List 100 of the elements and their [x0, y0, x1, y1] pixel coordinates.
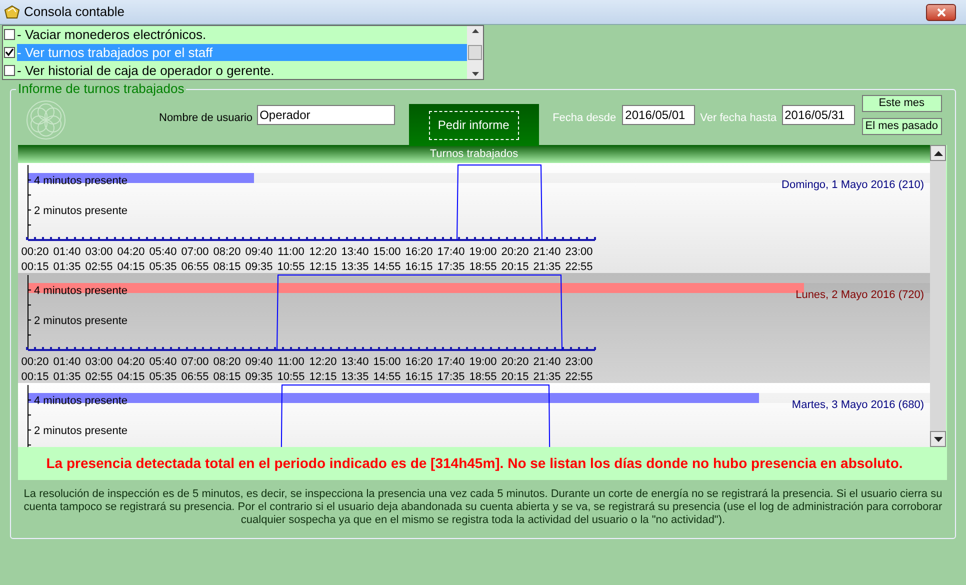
user-field[interactable]: Operador	[256, 105, 395, 125]
x-axis-label: 09:40	[245, 246, 273, 258]
x-axis-label: 09:35	[245, 261, 273, 273]
scrollbar[interactable]	[930, 145, 946, 447]
x-axis-label: 11:00	[278, 246, 304, 258]
x-axis-label: 02:55	[85, 371, 113, 383]
x-axis-label: 07:00	[181, 356, 209, 368]
x-axis-label: 14:55	[373, 371, 401, 383]
x-axis-label: 23:00	[565, 246, 593, 258]
month-button[interactable]: El mes pasado	[862, 118, 942, 135]
x-axis-label: 20:20	[501, 356, 529, 368]
to-label: Ver fecha hasta	[700, 111, 777, 126]
window-title: Consola contable	[24, 3, 124, 22]
checkbox[interactable]	[4, 64, 15, 76]
x-axis-label: 01:40	[53, 246, 81, 258]
scroll-down-icon	[934, 436, 942, 442]
from-label: Fecha desde	[552, 111, 616, 126]
from-date-field[interactable]: 2016/05/01	[622, 105, 696, 125]
x-axis-label: 19:00	[469, 246, 497, 258]
to-date-field[interactable]: 2016/05/31	[782, 105, 855, 125]
x-axis-label: 00:20	[21, 356, 49, 368]
x-axis-label: 21:40	[533, 246, 561, 258]
x-axis-label: 06:55	[181, 261, 209, 273]
x-axis-label: 08:20	[213, 356, 241, 368]
chart-header: Turnos trabajados	[18, 145, 930, 163]
check-icon	[5, 48, 14, 57]
x-axis-label: 20:15	[501, 371, 529, 383]
x-axis-label: 08:15	[213, 371, 241, 383]
scroll-up-icon	[472, 29, 478, 33]
task-item[interactable]: - Vaciar monederos electrónicos.	[17, 26, 467, 44]
x-axis-label: 01:35	[53, 371, 81, 383]
x-axis-label: 05:35	[149, 371, 177, 383]
x-axis-label: 12:20	[309, 356, 337, 368]
day-label: Martes, 3 Mayo 2016 (680)	[792, 398, 924, 413]
x-axis-label: 04:20	[117, 356, 145, 368]
y-axis-label: 4 minutos presente	[34, 395, 128, 407]
x-axis-label: 13:35	[341, 261, 369, 273]
x-axis-label: 01:40	[53, 356, 81, 368]
x-axis-label: 05:40	[149, 356, 177, 368]
x-axis-label: 18:55	[469, 261, 497, 273]
day-label: Lunes, 2 Mayo 2016 (720)	[796, 288, 924, 303]
x-axis-label: 13:35	[341, 371, 369, 383]
request-button[interactable]: Pedir informe	[428, 110, 519, 140]
x-axis-label: 04:20	[117, 246, 145, 258]
close-icon	[936, 8, 946, 16]
checkbox[interactable]	[4, 29, 15, 40]
x-axis-label: 23:00	[565, 356, 593, 368]
note-text: La resolución de inspección es de 5 minutos, es decir, se inspecciona la presencia una vez cada 5 minutos. Durante un corte de energía no se registrará la presencia. Si el usuario cierra su cuenta tampoco se registrará su presencia. Por el contrario si el usuario deja abandonada su cuenta abierta y se va, se registrará su presencia (use el log de administración para corroborar cualquier sospecha ya que en el mismo se registra toda la actividad del usuario o la "no actividad").	[22, 488, 944, 527]
x-axis-label: 03:00	[85, 246, 113, 258]
close-button[interactable]	[926, 4, 956, 20]
x-axis-label: 16:20	[405, 246, 433, 258]
x-axis-label: 20:20	[501, 246, 529, 258]
x-axis-label: 11:00	[278, 356, 304, 368]
y-axis-label: 2 minutos presente	[34, 315, 128, 327]
x-axis-label: 04:15	[117, 371, 145, 383]
x-axis-label: 04:15	[117, 261, 145, 273]
x-axis-label: 21:35	[533, 371, 561, 383]
x-axis-label: 20:15	[501, 261, 529, 273]
scrollbar[interactable]	[467, 26, 483, 79]
user-label: Nombre de usuario	[159, 111, 253, 126]
x-axis-label: 21:35	[533, 261, 561, 273]
x-axis-label: 17:35	[437, 261, 465, 273]
scroll-thumb[interactable]	[468, 45, 482, 60]
x-axis-label: 16:15	[405, 261, 433, 273]
scroll-down-icon	[472, 72, 478, 76]
x-axis-label: 05:40	[149, 246, 177, 258]
x-axis-label: 02:55	[85, 261, 113, 273]
x-axis-label: 21:40	[533, 356, 561, 368]
x-axis-label: 10:55	[277, 261, 305, 273]
y-axis-label: 4 minutos presente	[34, 285, 128, 297]
x-axis-label: 05:35	[149, 261, 177, 273]
x-axis-label: 12:15	[309, 371, 337, 383]
x-axis-label: 00:20	[21, 246, 49, 258]
x-axis-label: 15:00	[373, 356, 401, 368]
x-axis-label: 14:55	[373, 261, 401, 273]
summary-text: La presencia detectada total en el periodo indicado es de [314h45m]. No se listan los días donde no hubo presencia en absoluto.	[46, 454, 903, 473]
x-axis-label: 15:00	[373, 246, 401, 258]
x-axis-label: 13:40	[341, 246, 369, 258]
flower-logo-icon	[25, 99, 67, 141]
x-axis-label: 16:20	[405, 356, 433, 368]
x-axis-label: 17:40	[437, 246, 465, 258]
y-axis-label: 2 minutos presente	[34, 205, 128, 217]
x-axis-label: 17:35	[437, 371, 465, 383]
x-axis-label: 18:55	[469, 371, 497, 383]
x-axis-label: 07:00	[181, 246, 209, 258]
month-button[interactable]: Este mes	[862, 95, 942, 112]
x-axis-label: 09:40	[245, 356, 273, 368]
y-axis	[28, 384, 32, 447]
task-item[interactable]: - Ver historial de caja de operador o gerente.	[17, 62, 467, 79]
checkbox[interactable]	[4, 47, 15, 58]
x-axis-label: 00:15	[21, 371, 49, 383]
x-axis-label: 10:55	[277, 371, 305, 383]
x-axis-label: 19:00	[469, 356, 497, 368]
group-title: Informe de turnos trabajados	[16, 81, 186, 97]
day-label: Domingo, 1 Mayo 2016 (210)	[782, 178, 924, 193]
x-axis-label: 17:40	[437, 356, 465, 368]
x-axis-label: 16:15	[405, 371, 433, 383]
y-axis-label: 2 minutos presente	[34, 425, 128, 437]
x-axis-label: 12:20	[309, 246, 337, 258]
x-axis-label: 06:55	[181, 371, 209, 383]
